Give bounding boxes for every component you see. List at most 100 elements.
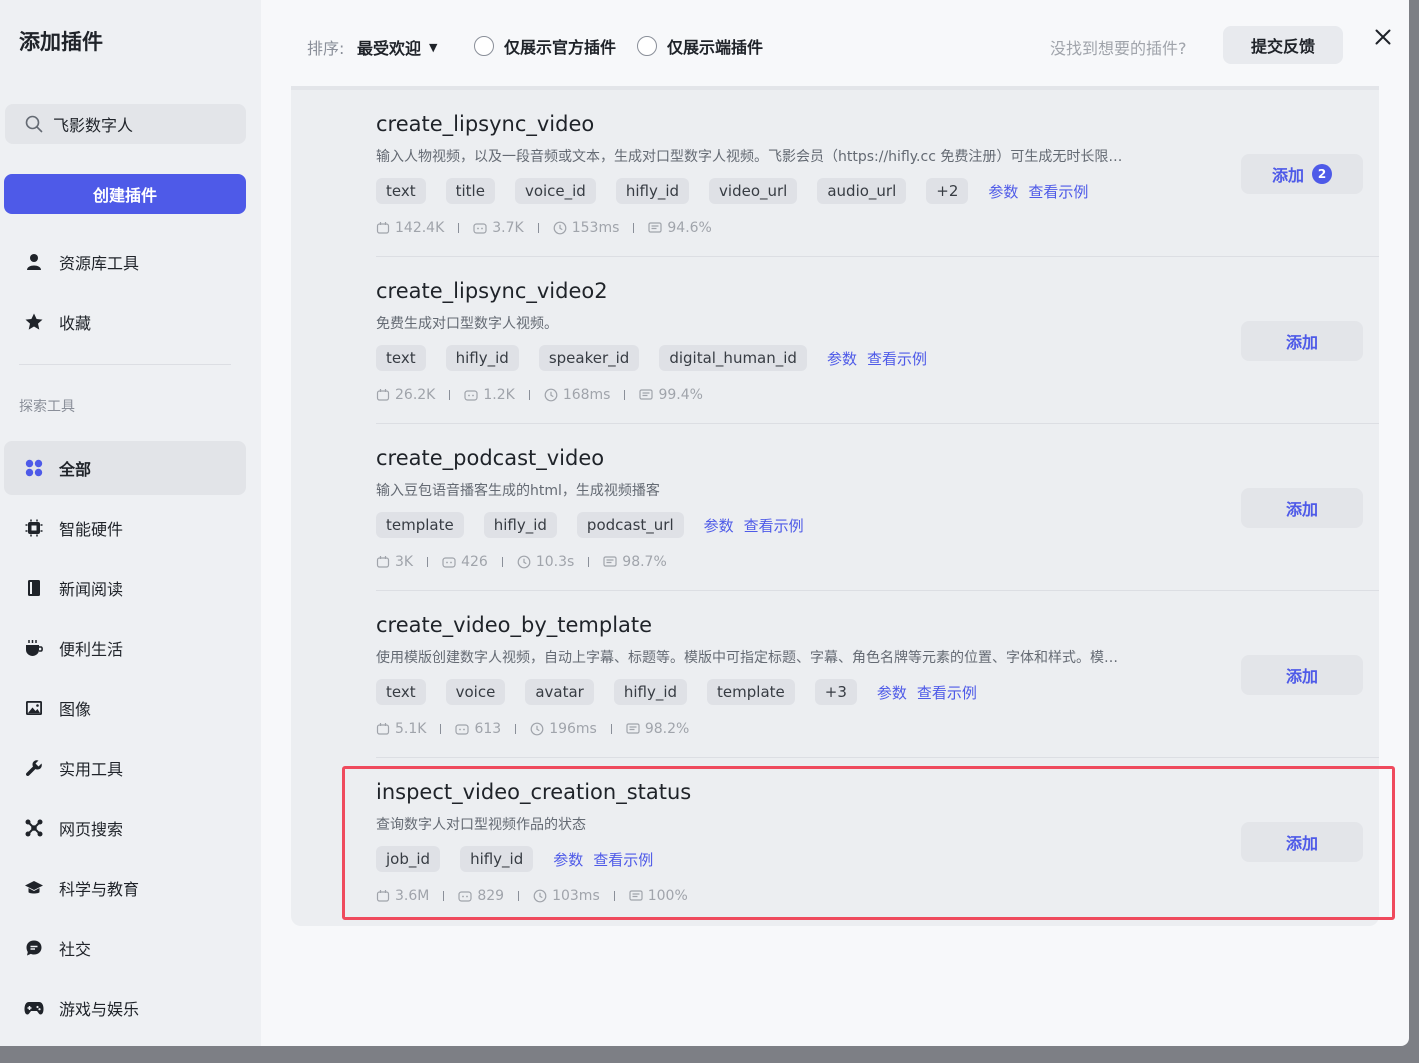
feedback-button[interactable]: 提交反馈 [1223, 26, 1343, 64]
sidebar-item-favorites[interactable]: 收藏 [4, 295, 246, 349]
wrench-icon [24, 758, 44, 778]
search-input[interactable]: 飞影数字人 [5, 104, 246, 144]
view-example-link[interactable]: 查看示例 [1028, 181, 1088, 202]
search-value: 飞影数字人 [53, 116, 134, 135]
stat-success: 98.7% [603, 554, 667, 570]
stat-value: 98.2% [644, 721, 690, 737]
params-link[interactable]: 参数 [827, 348, 857, 369]
params-link[interactable]: 参数 [704, 515, 734, 536]
param-tags: text hifly_id speaker_id digital_human_id 参… [376, 345, 937, 371]
plugin-card[interactable]: create_video_by_template 使用模版创建数字人视频，自动上… [376, 591, 1379, 758]
sidebar-item-utilities[interactable]: 实用工具 [4, 741, 246, 795]
sidebar-item-label: 资源库工具 [59, 254, 140, 273]
document-icon [626, 722, 645, 736]
sidebar: 添加插件 飞影数字人 创建插件 资源库工具 收藏 探索工具 全部 智能硬件 新闻… [0, 0, 261, 1046]
param-tag: speaker_id [538, 345, 640, 371]
param-tags: text title voice_id hifly_id video_url audio_… [376, 178, 1098, 204]
view-example-link[interactable]: 查看示例 [867, 348, 927, 369]
param-tag: +3 [814, 679, 857, 705]
plugin-card[interactable]: inspect_video_creation_status 查询数字人对口型视频… [376, 758, 1379, 925]
grid-icon [24, 458, 44, 478]
add-button[interactable]: 添加 [1241, 822, 1363, 862]
plugin-name: create_lipsync_video [376, 112, 595, 136]
sidebar-item-games[interactable]: 游戏与娱乐 [4, 981, 246, 1035]
add-button[interactable]: 添加 2 [1241, 154, 1363, 194]
stat-separator [440, 724, 442, 734]
add-label: 添加 [1285, 333, 1318, 352]
stat-value: 3.6M [395, 888, 430, 904]
sidebar-divider [19, 364, 231, 365]
params-link[interactable]: 参数 [877, 682, 907, 703]
graduation-cap-icon [24, 878, 44, 898]
sidebar-item-image[interactable]: 图像 [4, 681, 246, 735]
stat-calls: 3K [376, 554, 413, 570]
stat-calls: 5.1K [376, 721, 426, 737]
sidebar-item-label: 新闻阅读 [59, 580, 124, 599]
sidebar-item-library[interactable]: 资源库工具 [4, 235, 246, 289]
param-tag: title [445, 178, 495, 204]
plugin-card[interactable]: create_lipsync_video 输入人物视频，以及一段音频或文本，生成… [376, 90, 1379, 257]
params-link[interactable]: 参数 [553, 849, 583, 870]
cup-icon [24, 638, 44, 658]
sidebar-item-all[interactable]: 全部 [4, 441, 246, 495]
stat-separator [537, 223, 539, 233]
plugin-card[interactable]: create_podcast_video 输入豆包语音播客生成的html，生成视… [376, 424, 1379, 591]
view-example-link[interactable]: 查看示例 [593, 849, 653, 870]
stat-success: 99.4% [639, 387, 703, 403]
param-tag: job_id [376, 846, 441, 872]
sidebar-item-news[interactable]: 新闻阅读 [4, 561, 246, 615]
clock-icon [553, 221, 572, 235]
search-icon [25, 115, 43, 133]
stat-value: 99.4% [658, 387, 703, 403]
client-only-radio[interactable]: 仅展示端插件 [637, 34, 763, 58]
stat-value: 98.7% [622, 554, 667, 570]
person-icon [24, 252, 44, 272]
stat-bots: 613 [455, 721, 501, 737]
param-tag: video_url [709, 178, 798, 204]
stat-latency: 103ms [533, 888, 600, 904]
sort-dropdown[interactable]: 最受欢迎 ▼ [357, 35, 437, 59]
sidebar-item-label: 收藏 [59, 314, 92, 333]
param-tag: voice [445, 679, 506, 705]
view-example-link[interactable]: 查看示例 [744, 515, 804, 536]
add-button[interactable]: 添加 [1241, 488, 1363, 528]
sidebar-item-label: 科学与教育 [59, 880, 140, 899]
calendar-icon [376, 388, 395, 402]
stat-value: 3.7K [492, 220, 524, 236]
stat-value: 26.2K [395, 387, 436, 403]
plugin-card[interactable]: create_lipsync_video2 免费生成对口型数字人视频。 text… [376, 257, 1379, 424]
bot-icon [442, 555, 461, 569]
stat-value: 94.6% [667, 220, 712, 236]
stat-bots: 1.2K [464, 387, 515, 403]
sidebar-item-social[interactable]: 社交 [4, 921, 246, 975]
view-example-link[interactable]: 查看示例 [917, 682, 977, 703]
plugin-stats: 3K 426 10.3s 98.7% [376, 554, 667, 570]
stat-separator [501, 557, 503, 567]
official-only-radio[interactable]: 仅展示官方插件 [474, 34, 616, 58]
sidebar-item-life[interactable]: 便利生活 [4, 621, 246, 675]
section-label: 探索工具 [19, 399, 75, 415]
sidebar-item-hardware[interactable]: 智能硬件 [4, 501, 246, 555]
count-badge: 2 [1312, 164, 1332, 184]
sidebar-item-web-search[interactable]: 网页搜索 [4, 801, 246, 855]
radio-circle [474, 36, 494, 56]
stat-value: 142.4K [395, 220, 445, 236]
add-button[interactable]: 添加 [1241, 321, 1363, 361]
stat-value: 829 [477, 888, 505, 904]
param-tag: audio_url [817, 178, 907, 204]
sidebar-item-label: 社交 [59, 940, 92, 959]
add-button[interactable]: 添加 [1241, 655, 1363, 695]
close-icon[interactable] [1372, 26, 1394, 48]
create-plugin-button[interactable]: 创建插件 [4, 174, 246, 214]
bot-icon [458, 889, 477, 903]
param-tag: template [707, 679, 795, 705]
params-link[interactable]: 参数 [988, 181, 1018, 202]
plugin-stats: 142.4K 3.7K 153ms 94.6% [376, 220, 712, 236]
param-tag: voice_id [514, 178, 596, 204]
image-icon [24, 698, 44, 718]
stat-latency: 10.3s [517, 554, 574, 570]
clock-icon [544, 388, 563, 402]
sidebar-item-education[interactable]: 科学与教育 [4, 861, 246, 915]
stat-calls: 3.6M [376, 888, 429, 904]
add-label: 添加 [1285, 834, 1318, 853]
